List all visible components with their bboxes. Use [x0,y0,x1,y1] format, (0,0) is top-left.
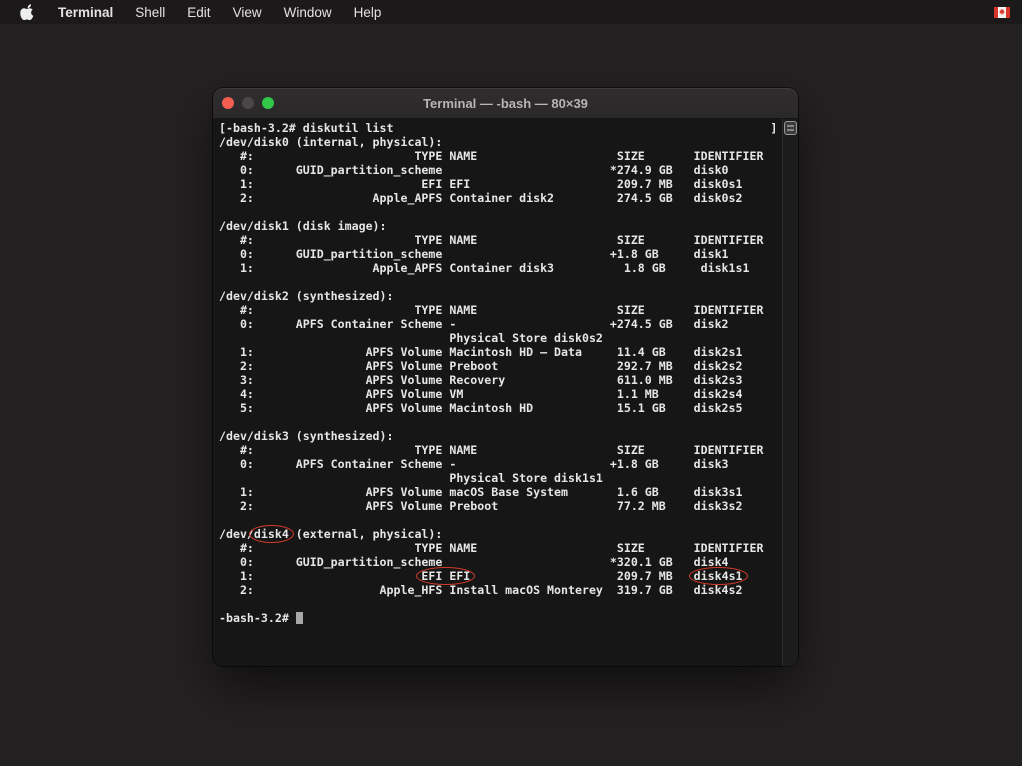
terminal-line: 2: Apple_HFS Install macOS Monterey 319.… [219,583,798,597]
terminal-line: 5: APFS Volume Macintosh HD 15.1 GB disk… [219,401,798,415]
terminal-line: 3: APFS Volume Recovery 611.0 MB disk2s3 [219,373,798,387]
terminal-line [219,513,798,527]
terminal-line [219,205,798,219]
input-source-menu[interactable] [994,7,1010,18]
terminal-line: #: TYPE NAME SIZE IDENTIFIER [219,233,798,247]
apple-logo-icon [20,4,34,20]
menu-item-view[interactable]: View [222,0,273,24]
terminal-line: 4: APFS Volume VM 1.1 MB disk2s4 [219,387,798,401]
close-button[interactable] [222,97,234,109]
terminal-line: Physical Store disk1s1 [219,471,798,485]
terminal-line: Physical Store disk0s2 [219,331,798,345]
menu-item-help[interactable]: Help [343,0,393,24]
scrollbar[interactable] [782,119,798,666]
menu-item-window[interactable]: Window [273,0,343,24]
annotation-circle: EFI EFI [421,569,470,583]
menu-item-edit[interactable]: Edit [176,0,221,24]
terminal-line: 1: EFI EFI 209.7 MB disk4s1 [219,569,798,583]
terminal-line: 1: APFS Volume Macintosh HD — Data 11.4 … [219,345,798,359]
canada-flag-icon [994,7,1010,18]
terminal-line: [-bash-3.2# diskutil list ] [219,121,798,135]
menu-items: TerminalShellEditViewWindowHelp [47,0,392,24]
menu-bar-left: TerminalShellEditViewWindowHelp [0,0,392,24]
terminal-line: #: TYPE NAME SIZE IDENTIFIER [219,541,798,555]
terminal-line: 2: Apple_APFS Container disk2 274.5 GB d… [219,191,798,205]
terminal-cursor [296,612,303,624]
terminal-line: -bash-3.2# [219,611,798,625]
terminal-line: 2: APFS Volume Preboot 77.2 MB disk3s2 [219,499,798,513]
terminal-line: #: TYPE NAME SIZE IDENTIFIER [219,303,798,317]
apple-menu[interactable] [0,0,47,24]
terminal-line: /dev/disk0 (internal, physical): [219,135,798,149]
desktop: { "menu_bar": { "apple_icon": "apple-log… [0,0,1022,766]
terminal-line: /dev/disk4 (external, physical): [219,527,798,541]
terminal-line: #: TYPE NAME SIZE IDENTIFIER [219,149,798,163]
terminal-line: 1: APFS Volume macOS Base System 1.6 GB … [219,485,798,499]
terminal-line [219,275,798,289]
terminal-line: 0: APFS Container Scheme - +1.8 GB disk3 [219,457,798,471]
window-title-bar[interactable]: Terminal — -bash — 80×39 [213,88,798,119]
annotation-circle: disk4 [254,527,289,541]
terminal-content[interactable]: [-bash-3.2# diskutil list ]/dev/disk0 (i… [213,119,798,666]
terminal-line: 0: APFS Container Scheme - +274.5 GB dis… [219,317,798,331]
terminal-line: /dev/disk2 (synthesized): [219,289,798,303]
terminal-line: 1: EFI EFI 209.7 MB disk0s1 [219,177,798,191]
terminal-line: #: TYPE NAME SIZE IDENTIFIER [219,443,798,457]
terminal-output: [-bash-3.2# diskutil list ]/dev/disk0 (i… [219,121,798,625]
menu-item-shell[interactable]: Shell [124,0,176,24]
window-title: Terminal — -bash — 80×39 [213,96,798,111]
terminal-line: 0: GUID_partition_scheme *320.1 GB disk4 [219,555,798,569]
menu-item-terminal[interactable]: Terminal [47,0,124,24]
minimize-button[interactable] [242,97,254,109]
terminal-line [219,597,798,611]
terminal-line [219,415,798,429]
scrollbar-marker-icon[interactable] [784,121,797,138]
terminal-line: 0: GUID_partition_scheme +1.8 GB disk1 [219,247,798,261]
annotation-circle: disk4s1 [694,569,743,583]
terminal-line: 0: GUID_partition_scheme *274.9 GB disk0 [219,163,798,177]
zoom-button[interactable] [262,97,274,109]
terminal-line: /dev/disk3 (synthesized): [219,429,798,443]
terminal-line: /dev/disk1 (disk image): [219,219,798,233]
terminal-line: 2: APFS Volume Preboot 292.7 MB disk2s2 [219,359,798,373]
traffic-lights [213,97,274,109]
menu-bar: TerminalShellEditViewWindowHelp [0,0,1022,24]
menu-bar-right [994,0,1022,24]
terminal-window: Terminal — -bash — 80×39 [-bash-3.2# dis… [213,88,798,666]
terminal-line: 1: Apple_APFS Container disk3 1.8 GB dis… [219,261,798,275]
